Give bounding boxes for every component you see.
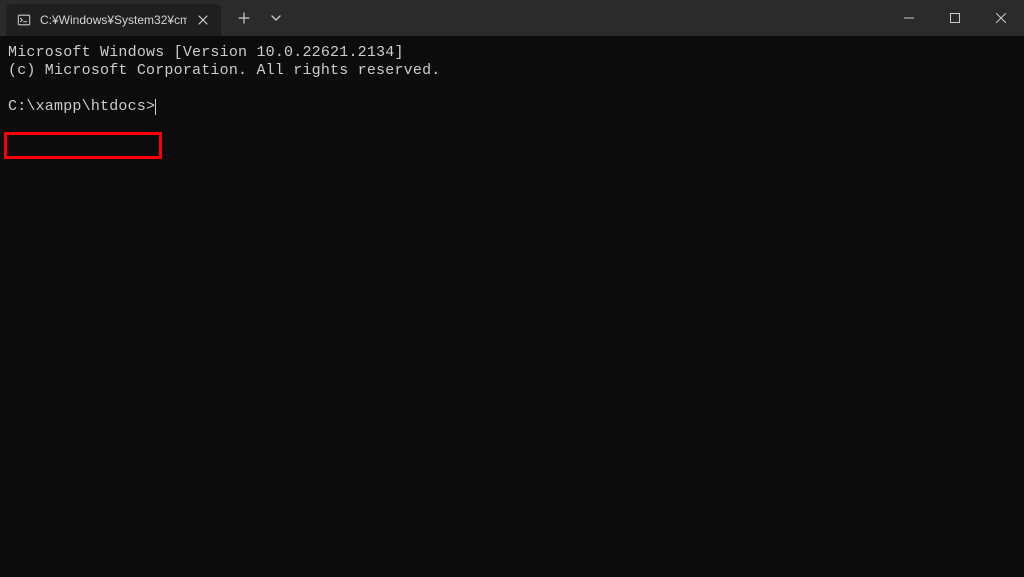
tab-dropdown-button[interactable]: [261, 3, 291, 33]
cursor: [155, 99, 156, 115]
terminal-prompt: C:\xampp\htdocs>: [8, 98, 155, 116]
maximize-button[interactable]: [932, 0, 978, 36]
cmd-icon: [16, 12, 32, 28]
titlebar-drag-area[interactable]: [291, 0, 886, 36]
terminal-output-line: Microsoft Windows [Version 10.0.22621.21…: [8, 44, 1016, 62]
titlebar: C:¥Windows¥System32¥cmd.e: [0, 0, 1024, 36]
tab-actions: [221, 0, 291, 36]
annotation-highlight: [4, 132, 162, 159]
window-controls: [886, 0, 1024, 36]
new-tab-button[interactable]: [229, 3, 259, 33]
tab-close-button[interactable]: [195, 12, 211, 28]
terminal-output-line: (c) Microsoft Corporation. All rights re…: [8, 62, 1016, 80]
tab-title: C:¥Windows¥System32¥cmd.e: [40, 13, 187, 27]
window-close-button[interactable]: [978, 0, 1024, 36]
terminal-blank-line: [8, 80, 1016, 98]
terminal-area[interactable]: Microsoft Windows [Version 10.0.22621.21…: [0, 36, 1024, 577]
terminal-tab[interactable]: C:¥Windows¥System32¥cmd.e: [6, 4, 221, 36]
minimize-button[interactable]: [886, 0, 932, 36]
terminal-prompt-line: C:\xampp\htdocs>: [8, 98, 1016, 116]
